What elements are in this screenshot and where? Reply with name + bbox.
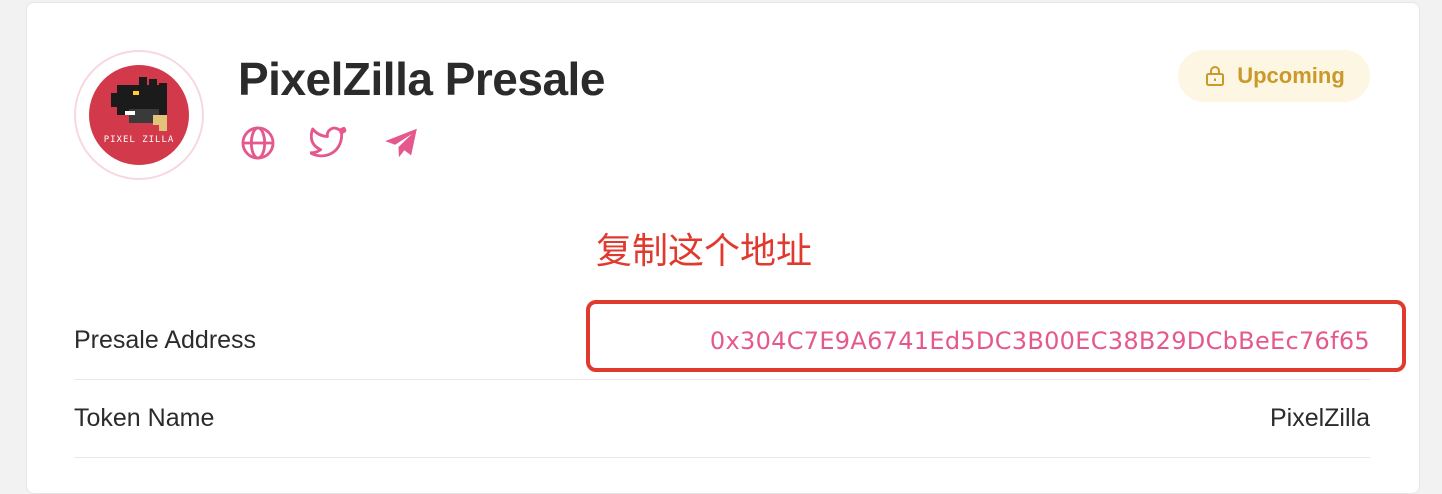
telegram-icon	[385, 128, 417, 158]
page-title: PixelZilla Presale	[238, 53, 605, 105]
lock-icon	[1206, 66, 1225, 86]
website-link[interactable]	[239, 124, 277, 162]
detail-label: Token Name	[74, 404, 215, 432]
presale-address-link[interactable]: 0x304C7E9A6741Ed5DC3B00EC38B29DCbBeEc76f…	[710, 327, 1370, 355]
status-text: Upcoming	[1237, 63, 1345, 88]
detail-row-token-name: Token Name PixelZilla	[74, 380, 1370, 458]
logo-image: PIXEL ZILLA	[89, 65, 189, 165]
detail-label: Presale Address	[74, 326, 257, 354]
twitter-icon	[310, 126, 347, 158]
project-logo: PIXEL ZILLA	[74, 50, 204, 180]
detail-row-presale-address: Presale Address 0x304C7E9A6741Ed5DC3B00E…	[74, 302, 1370, 380]
detail-value: PixelZilla	[1269, 404, 1370, 432]
godzilla-logo-icon	[111, 77, 167, 131]
status-badge: Upcoming	[1178, 50, 1370, 102]
telegram-link[interactable]	[382, 124, 420, 162]
logo-text: PIXEL ZILLA	[103, 135, 175, 145]
globe-icon	[241, 126, 275, 160]
annotation-text: 复制这个地址	[596, 231, 813, 272]
twitter-link[interactable]	[310, 124, 348, 162]
